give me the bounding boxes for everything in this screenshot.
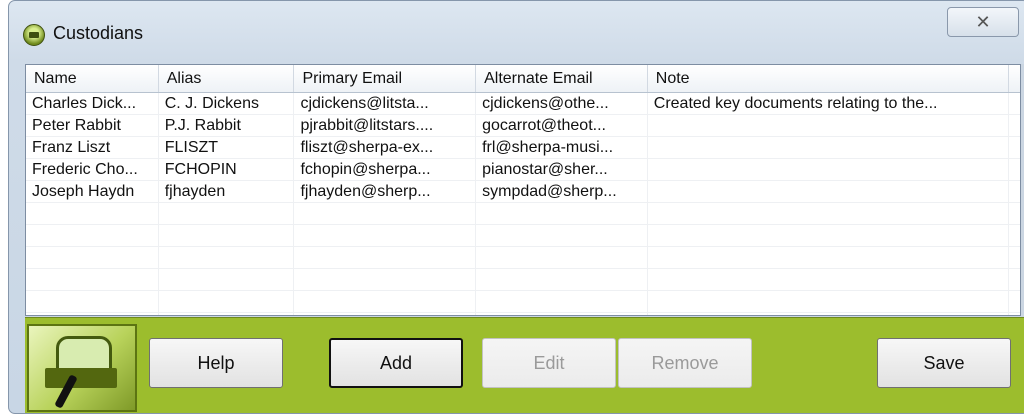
cell-note xyxy=(648,313,1010,315)
table-row[interactable] xyxy=(26,203,1020,225)
cell-note xyxy=(648,115,1010,136)
cell-alternate-email: pianostar@sher... xyxy=(476,159,648,180)
cell-alternate-email xyxy=(476,225,648,246)
title-bar[interactable]: Custodians ✕ xyxy=(9,1,1024,61)
cell-primary-email xyxy=(294,247,477,268)
cell-name xyxy=(26,247,159,268)
save-button[interactable]: Save xyxy=(877,338,1011,388)
cell-primary-email: pjrabbit@litstars.... xyxy=(294,115,477,136)
app-icon xyxy=(23,24,45,46)
cell-alias xyxy=(159,203,295,224)
cell-name xyxy=(26,203,159,224)
column-header-note[interactable]: Note xyxy=(648,65,1010,92)
column-header-alias[interactable]: Alias xyxy=(159,65,295,92)
cell-alias xyxy=(159,247,295,268)
edit-button[interactable]: Edit xyxy=(482,338,616,388)
cell-name xyxy=(26,225,159,246)
table-row[interactable]: Joseph Haydn fjhayden fjhayden@sherp... … xyxy=(26,181,1020,203)
cell-primary-email xyxy=(294,313,477,315)
table-row[interactable] xyxy=(26,291,1020,313)
cell-note xyxy=(648,225,1010,246)
close-button[interactable]: ✕ xyxy=(947,7,1019,37)
cell-primary-email xyxy=(294,291,477,312)
cell-alternate-email: frl@sherpa-musi... xyxy=(476,137,648,158)
cell-primary-email xyxy=(294,203,477,224)
table-header: Name Alias Primary Email Alternate Email… xyxy=(26,65,1020,93)
cell-note xyxy=(648,269,1010,290)
cell-note xyxy=(648,159,1010,180)
column-header-alternate-email[interactable]: Alternate Email xyxy=(476,65,648,92)
cell-alternate-email xyxy=(476,313,648,315)
table-row[interactable] xyxy=(26,225,1020,247)
cell-primary-email: fliszt@sherpa-ex... xyxy=(294,137,477,158)
cell-name: Charles Dick... xyxy=(26,93,159,114)
table-row[interactable] xyxy=(26,313,1020,315)
cell-name xyxy=(26,313,159,315)
remove-button[interactable]: Remove xyxy=(618,338,752,388)
table-row[interactable]: Peter Rabbit P.J. Rabbit pjrabbit@litsta… xyxy=(26,115,1020,137)
cell-alias: fjhayden xyxy=(159,181,295,202)
cell-alternate-email xyxy=(476,291,648,312)
column-header-filler xyxy=(1009,65,1020,92)
cell-alternate-email: gocarrot@theot... xyxy=(476,115,648,136)
cell-alias xyxy=(159,313,295,315)
cell-name: Peter Rabbit xyxy=(26,115,159,136)
table-row[interactable]: Charles Dick... C. J. Dickens cjdickens@… xyxy=(26,93,1020,115)
cell-name: Joseph Haydn xyxy=(26,181,159,202)
column-header-name[interactable]: Name xyxy=(26,65,159,92)
cell-name: Franz Liszt xyxy=(26,137,159,158)
cell-alias: P.J. Rabbit xyxy=(159,115,295,136)
cell-alias xyxy=(159,269,295,290)
cell-primary-email: fjhayden@sherp... xyxy=(294,181,477,202)
cell-alias: C. J. Dickens xyxy=(159,93,295,114)
logo-base-graphic xyxy=(45,368,117,388)
cell-alternate-email xyxy=(476,269,648,290)
column-header-primary-email[interactable]: Primary Email xyxy=(294,65,477,92)
cell-primary-email xyxy=(294,225,477,246)
table-row[interactable]: Franz Liszt FLISZT fliszt@sherpa-ex... f… xyxy=(26,137,1020,159)
cell-note xyxy=(648,291,1010,312)
custodian-logo-icon xyxy=(27,324,137,412)
add-button[interactable]: Add xyxy=(329,338,463,388)
table-body: Charles Dick... C. J. Dickens cjdickens@… xyxy=(26,93,1020,315)
cell-alternate-email: sympdad@sherp... xyxy=(476,181,648,202)
help-button[interactable]: Help xyxy=(149,338,283,388)
custodians-table[interactable]: Name Alias Primary Email Alternate Email… xyxy=(25,64,1021,316)
table-row[interactable] xyxy=(26,247,1020,269)
cell-name: Frederic Cho... xyxy=(26,159,159,180)
cell-alias xyxy=(159,291,295,312)
cell-primary-email xyxy=(294,269,477,290)
cell-alternate-email: cjdickens@othe... xyxy=(476,93,648,114)
cell-primary-email: fchopin@sherpa... xyxy=(294,159,477,180)
window-title: Custodians xyxy=(53,23,144,43)
cell-alias: FCHOPIN xyxy=(159,159,295,180)
cell-note xyxy=(648,247,1010,268)
cell-note: Created key documents relating to the... xyxy=(648,93,1010,114)
table-row[interactable]: Frederic Cho... FCHOPIN fchopin@sherpa..… xyxy=(26,159,1020,181)
cell-alternate-email xyxy=(476,203,648,224)
cell-note xyxy=(648,203,1010,224)
button-toolbar: Help Add Edit Remove Save xyxy=(25,317,1024,413)
cell-alternate-email xyxy=(476,247,648,268)
cell-name xyxy=(26,269,159,290)
custodians-window: Custodians ✕ Name Alias Primary Email Al… xyxy=(8,0,1024,414)
table-row[interactable] xyxy=(26,269,1020,291)
cell-alias xyxy=(159,225,295,246)
cell-name xyxy=(26,291,159,312)
cell-note xyxy=(648,181,1010,202)
cell-primary-email: cjdickens@litsta... xyxy=(294,93,477,114)
cell-alias: FLISZT xyxy=(159,137,295,158)
cell-note xyxy=(648,137,1010,158)
window-client-area: Name Alias Primary Email Alternate Email… xyxy=(25,64,1024,413)
